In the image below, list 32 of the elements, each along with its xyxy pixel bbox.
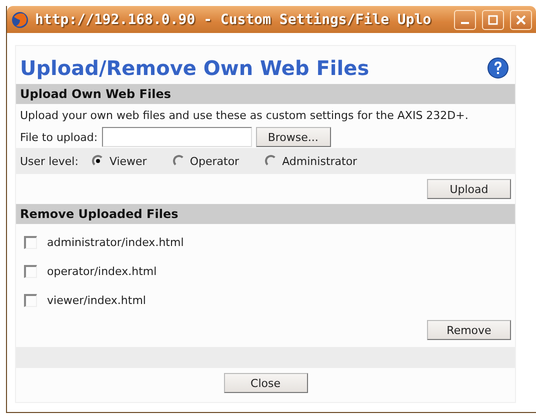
remove-button[interactable]: Remove xyxy=(427,320,511,340)
section-header: Upload Own Web Files xyxy=(16,84,515,104)
radio-label: Viewer xyxy=(109,154,147,168)
description-text: Upload your own web files and use these as custom settings for the AXIS 232D+. xyxy=(20,108,468,122)
maximize-button[interactable] xyxy=(482,10,504,30)
page-heading: Upload/Remove Own Web Files xyxy=(20,56,370,80)
maximize-icon xyxy=(488,14,498,24)
window-title: http://192.168.0.90 - Custom Settings/File Uplo xyxy=(35,12,432,28)
field-label: File to upload: xyxy=(20,130,98,144)
close-button[interactable] xyxy=(510,10,532,30)
radio-label: Administrator xyxy=(282,154,358,168)
file-label: operator/index.html xyxy=(47,265,157,278)
checkbox[interactable] xyxy=(24,294,37,307)
browse-button[interactable]: Browse... xyxy=(256,127,331,147)
minimize-icon xyxy=(461,22,469,24)
radio-button[interactable] xyxy=(265,155,278,167)
checkbox[interactable] xyxy=(24,236,37,249)
close-dialog-button[interactable]: Close xyxy=(224,373,308,393)
file-label: administrator/index.html xyxy=(47,236,184,249)
checkbox[interactable] xyxy=(24,265,37,278)
minimize-button[interactable] xyxy=(454,10,476,30)
file-input-field[interactable] xyxy=(102,127,252,147)
file-label: viewer/index.html xyxy=(47,294,146,307)
radio-button[interactable] xyxy=(172,155,185,167)
section-header: Remove Uploaded Files xyxy=(16,204,515,224)
field-label: User level: xyxy=(20,154,78,168)
help-icon[interactable] xyxy=(487,57,509,79)
radio-button[interactable] xyxy=(92,155,104,167)
close-icon xyxy=(516,14,526,24)
browser-icon xyxy=(11,10,29,28)
radio-label: Operator xyxy=(190,154,240,168)
upload-button[interactable]: Upload xyxy=(427,179,511,199)
